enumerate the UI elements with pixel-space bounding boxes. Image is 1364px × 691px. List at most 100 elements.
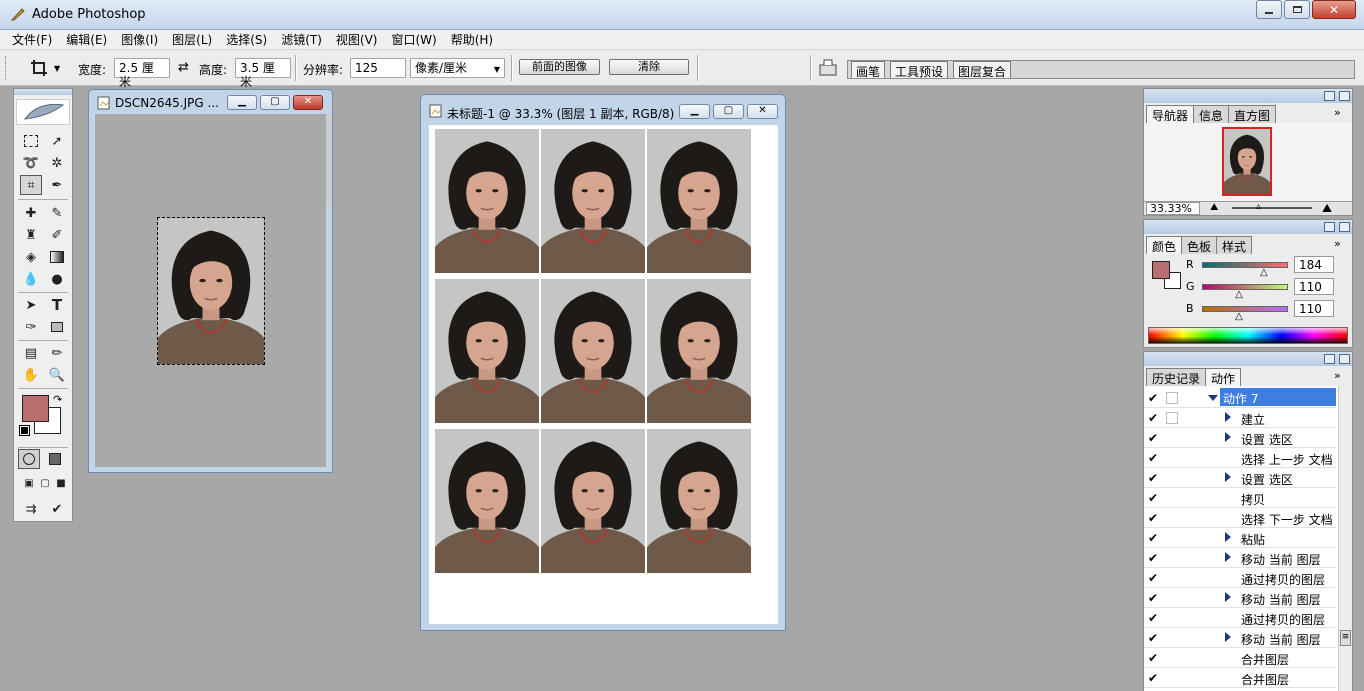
eraser-tool-icon[interactable]: ◈ xyxy=(20,247,42,267)
menu-help[interactable]: 帮助(H) xyxy=(451,31,493,48)
sheet-photo[interactable] xyxy=(541,129,645,273)
collapsed-triangle-icon[interactable] xyxy=(1225,632,1231,642)
resolution-unit-select[interactable]: 像素/厘米 ▼ xyxy=(410,58,505,78)
tab-histogram[interactable]: 直方图 xyxy=(1228,105,1277,123)
healing-brush-tool-icon[interactable]: ✚ xyxy=(20,203,42,223)
channel-r-slider[interactable] xyxy=(1202,262,1288,268)
action-step-row[interactable]: ✔ 通过拷贝的图层 xyxy=(1144,608,1336,628)
dialog-toggle-icon[interactable] xyxy=(1166,392,1178,404)
checkmark-icon[interactable]: ✔ xyxy=(1148,632,1160,644)
tab-history[interactable]: 历史记录 xyxy=(1146,368,1207,386)
checkmark-icon[interactable]: ✔ xyxy=(1148,672,1160,684)
zoom-in-icon[interactable]: ⛰ xyxy=(1322,201,1332,216)
height-field[interactable]: 3.5 厘米 xyxy=(235,58,291,89)
gradient-tool-icon[interactable] xyxy=(46,247,68,267)
quick-mask-mode-icon[interactable] xyxy=(44,449,66,469)
full-screen-mode-icon[interactable]: ■ xyxy=(50,473,72,493)
panel-minimize-icon[interactable] xyxy=(1324,91,1335,101)
checkmark-icon[interactable]: ✔ xyxy=(1148,492,1160,504)
menu-layer[interactable]: 图层(L) xyxy=(172,31,212,48)
action-step-row[interactable]: ✔ 合并图层 xyxy=(1144,668,1336,688)
menu-file[interactable]: 文件(F) xyxy=(12,31,52,48)
imageready-icon[interactable]: ✔ xyxy=(46,499,68,519)
toolbox-grip[interactable] xyxy=(14,89,72,95)
collapsed-triangle-icon[interactable] xyxy=(1225,592,1231,602)
well-tab-brushes[interactable]: 画笔 xyxy=(851,61,886,79)
panel-close-icon[interactable] xyxy=(1339,354,1350,364)
collapsed-triangle-icon[interactable] xyxy=(1225,472,1231,482)
color-fg-swatch[interactable] xyxy=(1152,261,1170,279)
doc-close-button[interactable]: ✕ xyxy=(747,104,778,119)
expanded-triangle-icon[interactable] xyxy=(1208,395,1218,401)
swap-dimensions-icon[interactable]: ⇄ xyxy=(178,60,189,75)
swap-colors-icon[interactable]: ↷ xyxy=(53,393,62,406)
slider-thumb-icon[interactable]: △ xyxy=(1235,289,1243,300)
checkmark-icon[interactable]: ✔ xyxy=(1148,532,1160,544)
tab-actions[interactable]: 动作 xyxy=(1205,368,1242,386)
checkmark-icon[interactable]: ✔ xyxy=(1148,432,1160,444)
panel-menu-icon[interactable]: » xyxy=(1334,237,1341,250)
action-step-row[interactable]: ✔ 选择 上一步 文档 xyxy=(1144,448,1336,468)
file-browser-icon[interactable] xyxy=(818,57,838,77)
menu-select[interactable]: 选择(S) xyxy=(226,31,267,48)
front-image-button[interactable]: 前面的图像 xyxy=(519,59,600,75)
restore-button[interactable] xyxy=(1284,0,1310,19)
sheet-photo[interactable] xyxy=(435,129,539,273)
channel-r-value[interactable]: 184 xyxy=(1294,256,1334,273)
action-step-row[interactable]: ✔ 设置 选区 xyxy=(1144,468,1336,488)
color-ramp[interactable] xyxy=(1148,327,1348,344)
sheet-photo[interactable] xyxy=(647,279,751,423)
panel-menu-icon[interactable]: » xyxy=(1334,369,1341,382)
crop-tool-icon[interactable]: ⌗ xyxy=(20,175,42,195)
width-field[interactable]: 2.5 厘米 xyxy=(114,58,170,89)
action-step-row[interactable]: ✔ 粘贴 xyxy=(1144,528,1336,548)
hand-tool-icon[interactable]: ✋ xyxy=(20,365,42,385)
path-selection-tool-icon[interactable]: ➤ xyxy=(20,295,42,315)
adobe-online-button[interactable] xyxy=(16,99,70,125)
channel-b-value[interactable]: 110 xyxy=(1294,300,1334,317)
sheet-photo[interactable] xyxy=(435,429,539,573)
panel-close-icon[interactable] xyxy=(1339,222,1350,232)
history-brush-tool-icon[interactable]: ✐ xyxy=(46,225,68,245)
jump-to-imageready-icon[interactable]: ⇉ xyxy=(20,499,42,519)
channel-g-value[interactable]: 110 xyxy=(1294,278,1334,295)
panel-menu-icon[interactable]: » xyxy=(1334,106,1341,119)
canvas-area[interactable] xyxy=(95,114,332,467)
zoom-tool-icon[interactable]: 🔍 xyxy=(46,365,68,385)
sheet-photo[interactable] xyxy=(541,279,645,423)
collapsed-triangle-icon[interactable] xyxy=(1225,412,1231,422)
minimize-button[interactable] xyxy=(1256,0,1282,19)
menu-edit[interactable]: 编辑(E) xyxy=(66,31,107,48)
menu-view[interactable]: 视图(V) xyxy=(336,31,378,48)
notes-tool-icon[interactable]: ▤ xyxy=(20,343,42,363)
action-step-row[interactable]: ✔ 选择 下一步 文档 xyxy=(1144,508,1336,528)
checkmark-icon[interactable]: ✔ xyxy=(1148,452,1160,464)
panel-minimize-icon[interactable] xyxy=(1324,354,1335,364)
action-step-row[interactable]: ✔ 移动 当前 图层 xyxy=(1144,628,1336,648)
action-name[interactable]: 动作 7 xyxy=(1220,388,1336,406)
marquee-tool-icon[interactable] xyxy=(20,131,42,151)
type-tool-icon[interactable]: T xyxy=(46,295,68,315)
action-step-row[interactable]: ✔ 合并图层 xyxy=(1144,648,1336,668)
panel-minimize-icon[interactable] xyxy=(1324,222,1335,232)
doc-minimize-button[interactable]: ▁ xyxy=(679,104,710,119)
move-tool-icon[interactable]: ➚ xyxy=(46,131,68,151)
close-button[interactable]: ✕ xyxy=(1312,0,1356,19)
checkmark-icon[interactable]: ✔ xyxy=(1148,612,1160,624)
menu-filter[interactable]: 滤镜(T) xyxy=(281,31,322,48)
collapsed-triangle-icon[interactable] xyxy=(1225,532,1231,542)
canvas-area[interactable] xyxy=(429,125,778,624)
clear-button[interactable]: 清除 xyxy=(609,59,689,75)
panel-close-icon[interactable] xyxy=(1339,91,1350,101)
lasso-tool-icon[interactable]: ➰ xyxy=(20,153,42,173)
checkmark-icon[interactable]: ✔ xyxy=(1148,592,1160,604)
menu-image[interactable]: 图像(I) xyxy=(121,31,158,48)
scroll-thumb[interactable]: ≡ xyxy=(1340,630,1351,646)
doc-maximize-button[interactable]: ▢ xyxy=(713,104,744,119)
zoom-slider-thumb-icon[interactable]: ▵ xyxy=(1256,201,1261,212)
action-set-row[interactable]: ✔ 动作 7 xyxy=(1144,388,1336,408)
checkmark-icon[interactable]: ✔ xyxy=(1148,552,1160,564)
well-tab-tool-presets[interactable]: 工具预设 xyxy=(890,61,949,79)
well-tab-layer-comps[interactable]: 图层复合 xyxy=(953,61,1012,79)
channel-b-slider[interactable] xyxy=(1202,306,1288,312)
